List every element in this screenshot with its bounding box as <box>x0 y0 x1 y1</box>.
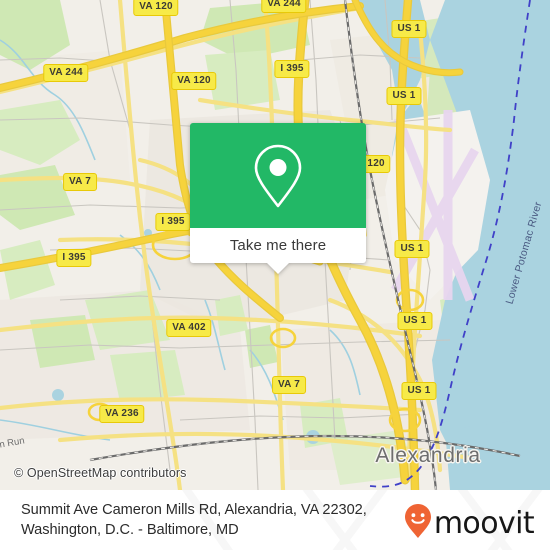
footer-address-line-2: Washington, D.C. - Baltimore, MD <box>21 521 239 538</box>
highway-shield: I 395 <box>56 249 92 267</box>
highway-shield: VA 402 <box>166 319 212 337</box>
highway-shield: VA 120 <box>171 72 217 90</box>
take-me-there-label: Take me there <box>229 237 327 254</box>
highway-shield: VA 120 <box>133 0 179 16</box>
callout-tail <box>267 263 289 274</box>
map-canvas[interactable]: VA 120 VA 244 US 1 VA 244 VA 120 I 395 U… <box>0 0 550 490</box>
highway-shield: VA 244 <box>43 64 89 82</box>
footer-bar: Summit Ave Cameron Mills Rd, Alexandria,… <box>0 490 550 550</box>
moovit-logo[interactable]: moovit <box>404 503 535 544</box>
highway-shield: US 1 <box>391 20 427 38</box>
highway-shield: US 1 <box>397 312 433 330</box>
footer-address-line-1: Summit Ave Cameron Mills Rd, Alexandria,… <box>21 502 367 518</box>
callout-icon-area <box>190 123 366 228</box>
osm-attribution: © OpenStreetMap contributors <box>14 466 187 480</box>
map-pin-icon <box>252 143 304 209</box>
highway-shield: US 1 <box>401 382 437 400</box>
highway-shield: VA 7 <box>272 376 306 394</box>
footer-address: Summit Ave Cameron Mills Rd, Alexandria,… <box>21 501 426 540</box>
moovit-wordmark: moovit <box>433 505 535 541</box>
highway-shield: VA 244 <box>261 0 307 13</box>
highway-shield: US 1 <box>386 87 422 105</box>
take-me-there-button[interactable]: Take me there <box>190 228 366 274</box>
highway-shield: I 395 <box>274 60 310 78</box>
moovit-pin-smiley-icon <box>404 503 432 544</box>
highway-shield: VA 7 <box>63 173 97 191</box>
map-share-page: VA 120 VA 244 US 1 VA 244 VA 120 I 395 U… <box>0 0 550 550</box>
place-label-alexandria: Alexandria <box>375 444 481 467</box>
location-callout-card[interactable]: Take me there <box>190 123 366 274</box>
highway-shield: I 395 <box>155 213 191 231</box>
highway-shield: VA 236 <box>99 405 145 423</box>
highway-shield: US 1 <box>394 240 430 258</box>
